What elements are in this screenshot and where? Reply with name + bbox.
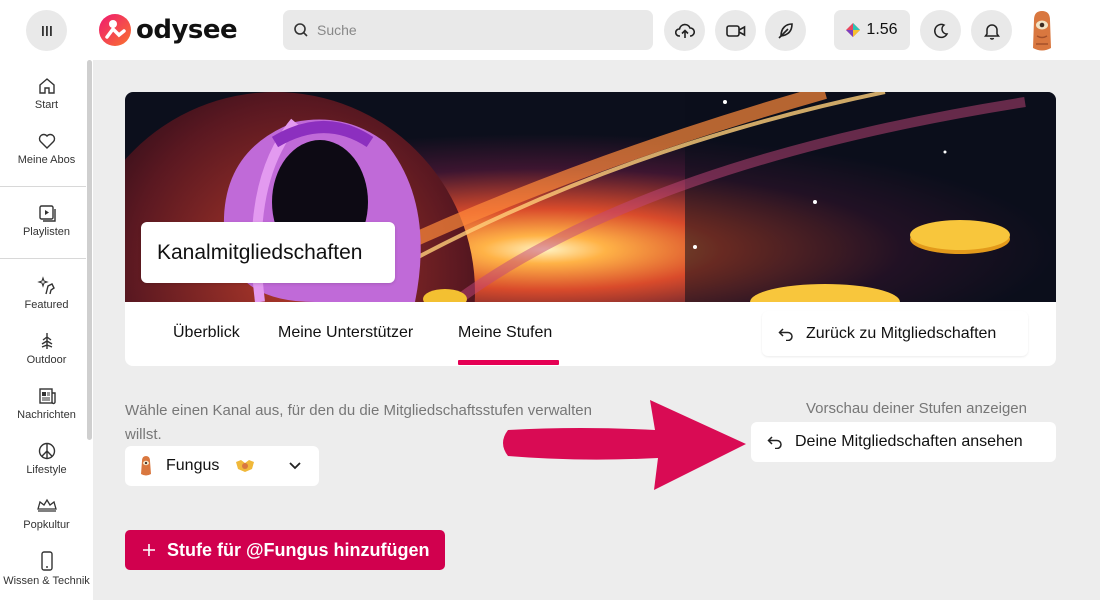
sidebar-item-featured[interactable]: Featured — [0, 276, 93, 311]
sidebar-item-label: Featured — [24, 299, 69, 311]
feather-icon — [777, 22, 793, 39]
sidebar-item-playlists[interactable]: Playlisten — [0, 203, 93, 238]
sidebar-divider — [0, 186, 86, 187]
menu-icon — [41, 25, 52, 36]
create-post-button[interactable] — [765, 10, 806, 51]
plus-icon — [143, 544, 155, 556]
popculture-icon — [36, 498, 57, 512]
sidebar-item-abos[interactable]: Meine Abos — [0, 131, 93, 166]
view-memberships-button[interactable]: Deine Mitgliedschaften ansehen — [751, 422, 1056, 462]
heart-icon — [38, 133, 55, 149]
sidebar-item-lifestyle[interactable]: Lifestyle — [0, 441, 93, 476]
sidebar-item-label: Wissen & Technik — [3, 575, 90, 587]
logo-text: odysee — [136, 15, 238, 45]
tab-my-tiers[interactable]: Meine Stufen — [458, 324, 552, 342]
upload-cloud-icon — [674, 23, 695, 38]
notifications-button[interactable] — [971, 10, 1012, 51]
sidebar-item-label: Meine Abos — [17, 154, 76, 166]
tree-icon — [41, 333, 52, 349]
home-icon — [38, 78, 55, 94]
preview-label: Vorschau deiner Stufen anzeigen — [806, 400, 1027, 417]
back-to-memberships-button[interactable]: Zurück zu Mitgliedschaften — [762, 311, 1028, 356]
playlist-icon — [38, 205, 56, 222]
tab-overview[interactable]: Überblick — [173, 324, 240, 342]
sidebar-item-outdoor[interactable]: Outdoor — [0, 331, 93, 366]
page-title: Kanalmitgliedschaften — [141, 222, 395, 283]
add-tier-button[interactable]: Stufe für @Fungus hinzufügen — [125, 530, 445, 570]
odysee-logo[interactable]: odysee — [98, 12, 238, 48]
return-arrow-icon — [778, 327, 793, 341]
search-icon — [294, 23, 308, 37]
bell-icon — [983, 23, 1000, 40]
sidebar-item-nachrichten[interactable]: Nachrichten — [0, 386, 93, 421]
phone-icon — [40, 551, 53, 571]
back-button-label: Zurück zu Mitgliedschaften — [806, 324, 997, 342]
search-input[interactable] — [317, 22, 637, 38]
go-live-button[interactable] — [715, 10, 756, 51]
sidebar-item-popkultur[interactable]: Popkultur — [0, 496, 93, 531]
sidebar-item-label: Outdoor — [26, 354, 67, 366]
featured-icon — [36, 276, 55, 295]
news-icon — [38, 388, 56, 405]
selected-channel-name: Fungus — [166, 457, 220, 474]
credits-icon — [846, 23, 861, 37]
search-bar[interactable] — [283, 10, 653, 50]
sidebar-item-label: Start — [34, 99, 59, 111]
sidebar-item-wissen[interactable]: Wissen & Technik — [0, 550, 93, 587]
return-arrow-icon — [767, 436, 782, 449]
sidebar-item-label: Popkultur — [23, 519, 70, 531]
credits-amount: 1.56 — [866, 21, 898, 38]
user-avatar[interactable] — [1028, 8, 1056, 54]
channel-badge-icon — [236, 460, 255, 472]
moon-icon — [933, 23, 948, 38]
add-tier-label: Stufe für @Fungus hinzufügen — [167, 539, 430, 560]
sidebar-item-label: Nachrichten — [17, 409, 76, 421]
peace-icon — [38, 442, 55, 460]
channel-avatar-icon — [141, 456, 151, 476]
pointer-arrow — [503, 400, 746, 490]
sidebar-item-label: Playlisten — [22, 226, 71, 238]
sidebar-divider — [0, 258, 86, 259]
upload-button[interactable] — [664, 10, 705, 51]
chevron-down-icon — [289, 462, 302, 470]
sidebar-item-start[interactable]: Start — [0, 76, 93, 111]
top-bar: odysee 1.56 — [0, 0, 1100, 60]
tab-supporters[interactable]: Meine Unterstützer — [278, 324, 413, 342]
view-button-label: Deine Mitgliedschaften ansehen — [795, 433, 1023, 450]
menu-button[interactable] — [26, 10, 67, 51]
active-tab-indicator — [458, 360, 559, 365]
odysee-logo-icon — [99, 14, 131, 46]
video-camera-icon — [725, 24, 745, 37]
sidebar-scrollbar[interactable] — [87, 60, 92, 440]
sidebar-item-label: Lifestyle — [26, 464, 67, 476]
credits-balance[interactable]: 1.56 — [834, 10, 910, 50]
theme-toggle[interactable] — [920, 10, 961, 51]
channel-select[interactable]: Fungus — [125, 446, 319, 486]
